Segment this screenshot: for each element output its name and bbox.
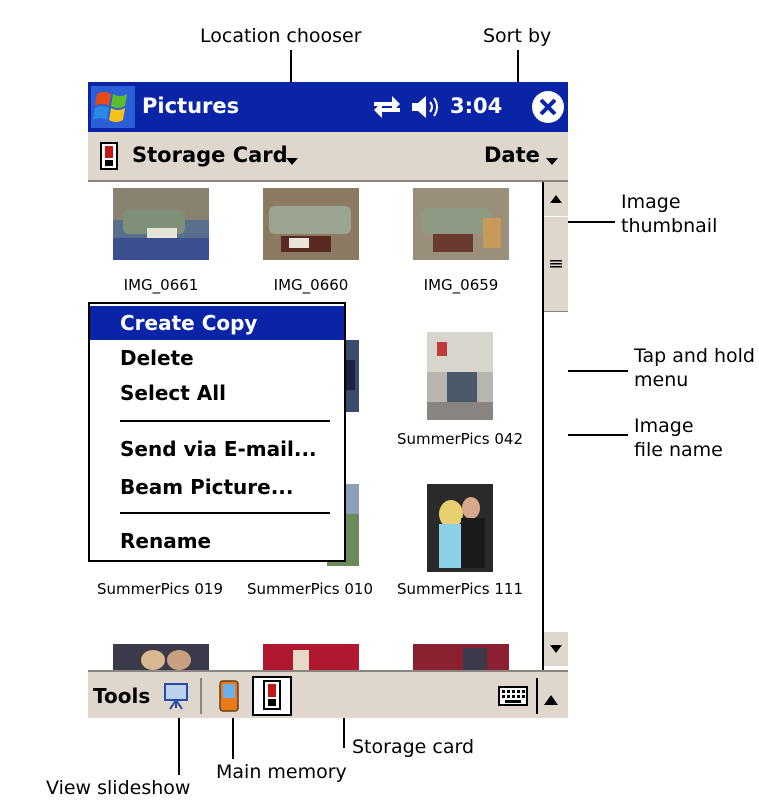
location-chooser-label: Storage Card [132, 143, 288, 167]
scroll-down-button[interactable] [544, 632, 568, 666]
app-title: Pictures [142, 94, 240, 118]
storage-card-icon [263, 680, 281, 710]
menu-item-select-all[interactable]: Select All [90, 376, 344, 410]
volume-icon[interactable] [408, 92, 444, 122]
menu-item-delete[interactable]: Delete [90, 341, 344, 375]
menu-item-send-via-email[interactable]: Send via E-mail... [90, 432, 344, 466]
folder-toolbar: Storage Card Date [88, 132, 568, 182]
image-thumbnail[interactable] [263, 188, 359, 260]
callout-location-chooser: Location chooser [200, 25, 362, 47]
scroll-thumb[interactable] [544, 216, 568, 312]
image-thumbnail[interactable] [113, 188, 209, 260]
connectivity-icon[interactable] [370, 92, 404, 122]
callout-image-file-name: Image file name [634, 415, 723, 461]
close-icon[interactable] [532, 91, 564, 123]
menu-separator [120, 420, 330, 422]
callout-tap-hold-menu: Tap and hold menu [634, 345, 755, 391]
sort-by-label: Date [484, 143, 540, 167]
tap-and-hold-menu: Create Copy Delete Select All Send via E… [88, 302, 346, 562]
callout-view-slideshow: View slideshow [46, 777, 191, 799]
menu-item-rename[interactable]: Rename [90, 524, 344, 558]
slideshow-icon[interactable] [164, 682, 188, 714]
picture-file-name: IMG_0661 [123, 276, 199, 294]
vertical-scrollbar[interactable] [542, 182, 568, 670]
image-thumbnail[interactable] [413, 644, 509, 670]
storage-card-button[interactable] [252, 676, 292, 716]
storage-card-icon [100, 142, 118, 174]
picture-file-name: IMG_0659 [423, 276, 499, 294]
image-thumbnail[interactable] [413, 188, 509, 260]
menu-item-beam-picture[interactable]: Beam Picture... [90, 470, 344, 504]
input-selector-divider [536, 678, 538, 714]
input-method-arrow-icon[interactable] [544, 690, 558, 709]
image-thumbnail[interactable] [427, 484, 493, 572]
windows-start-icon[interactable] [91, 86, 135, 128]
clock[interactable]: 3:04 [450, 94, 502, 118]
title-bar: Pictures 3:04 [88, 82, 568, 132]
image-thumbnail[interactable] [113, 644, 209, 670]
main-memory-icon[interactable] [218, 680, 240, 716]
callout-image-thumbnail: Image thumbnail [621, 191, 718, 237]
picture-file-name: SummerPics 010 [247, 580, 373, 598]
chevron-down-icon [546, 158, 558, 165]
keyboard-icon[interactable] [498, 686, 528, 710]
toolbar-divider [200, 678, 202, 714]
picture-file-name: SummerPics 042 [397, 430, 523, 448]
image-thumbnail[interactable] [263, 644, 359, 670]
picture-file-name: SummerPics 111 [397, 580, 523, 598]
command-bar: Tools [88, 670, 568, 718]
tools-menu[interactable]: Tools [93, 684, 150, 708]
menu-item-create-copy[interactable]: Create Copy [90, 306, 344, 340]
scroll-up-button[interactable] [544, 182, 568, 216]
image-thumbnail[interactable] [427, 332, 493, 420]
callout-storage-card: Storage card [352, 736, 475, 758]
picture-file-name: SummerPics 019 [97, 580, 223, 598]
chevron-down-icon [286, 158, 298, 165]
menu-separator [120, 512, 330, 514]
callout-sort-by: Sort by [483, 25, 552, 47]
callout-main-memory: Main memory [216, 761, 347, 783]
picture-file-name: IMG_0660 [273, 276, 349, 294]
